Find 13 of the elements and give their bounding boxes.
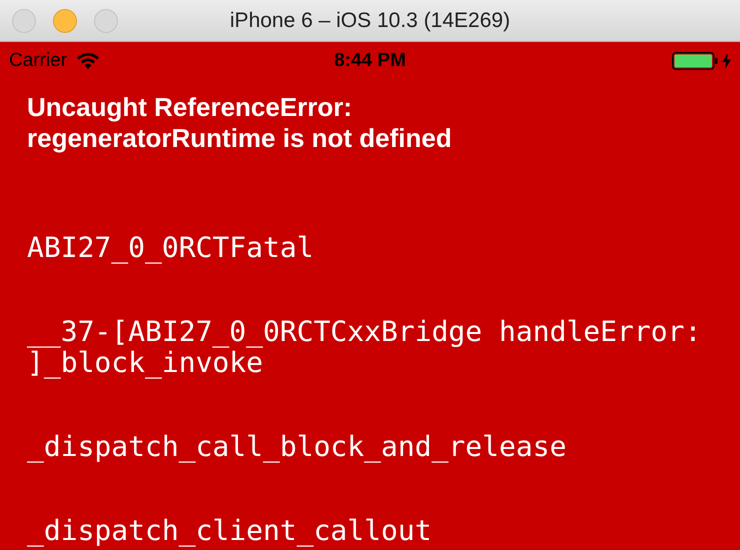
minimize-button[interactable] — [53, 9, 77, 33]
window-title: iPhone 6 – iOS 10.3 (14E269) — [230, 8, 510, 34]
stack-frame: ABI27_0_0RCTFatal — [27, 232, 713, 263]
zoom-button[interactable] — [94, 9, 118, 33]
carrier-label: Carrier — [9, 48, 68, 73]
error-message: Uncaught ReferenceError: regeneratorRuntime is not defined — [27, 92, 453, 154]
stack-frame: _dispatch_client_callout — [27, 515, 713, 546]
stack-frame: __37-[ABI27_0_0RCTCxxBridge handleError: ]_block_invoke — [27, 316, 713, 378]
battery-icon — [672, 52, 718, 70]
clock: 8:44 PM — [334, 48, 406, 73]
stack-frame: _dispatch_call_block_and_release — [27, 431, 713, 462]
wifi-icon — [77, 53, 100, 69]
close-button[interactable] — [12, 9, 36, 33]
